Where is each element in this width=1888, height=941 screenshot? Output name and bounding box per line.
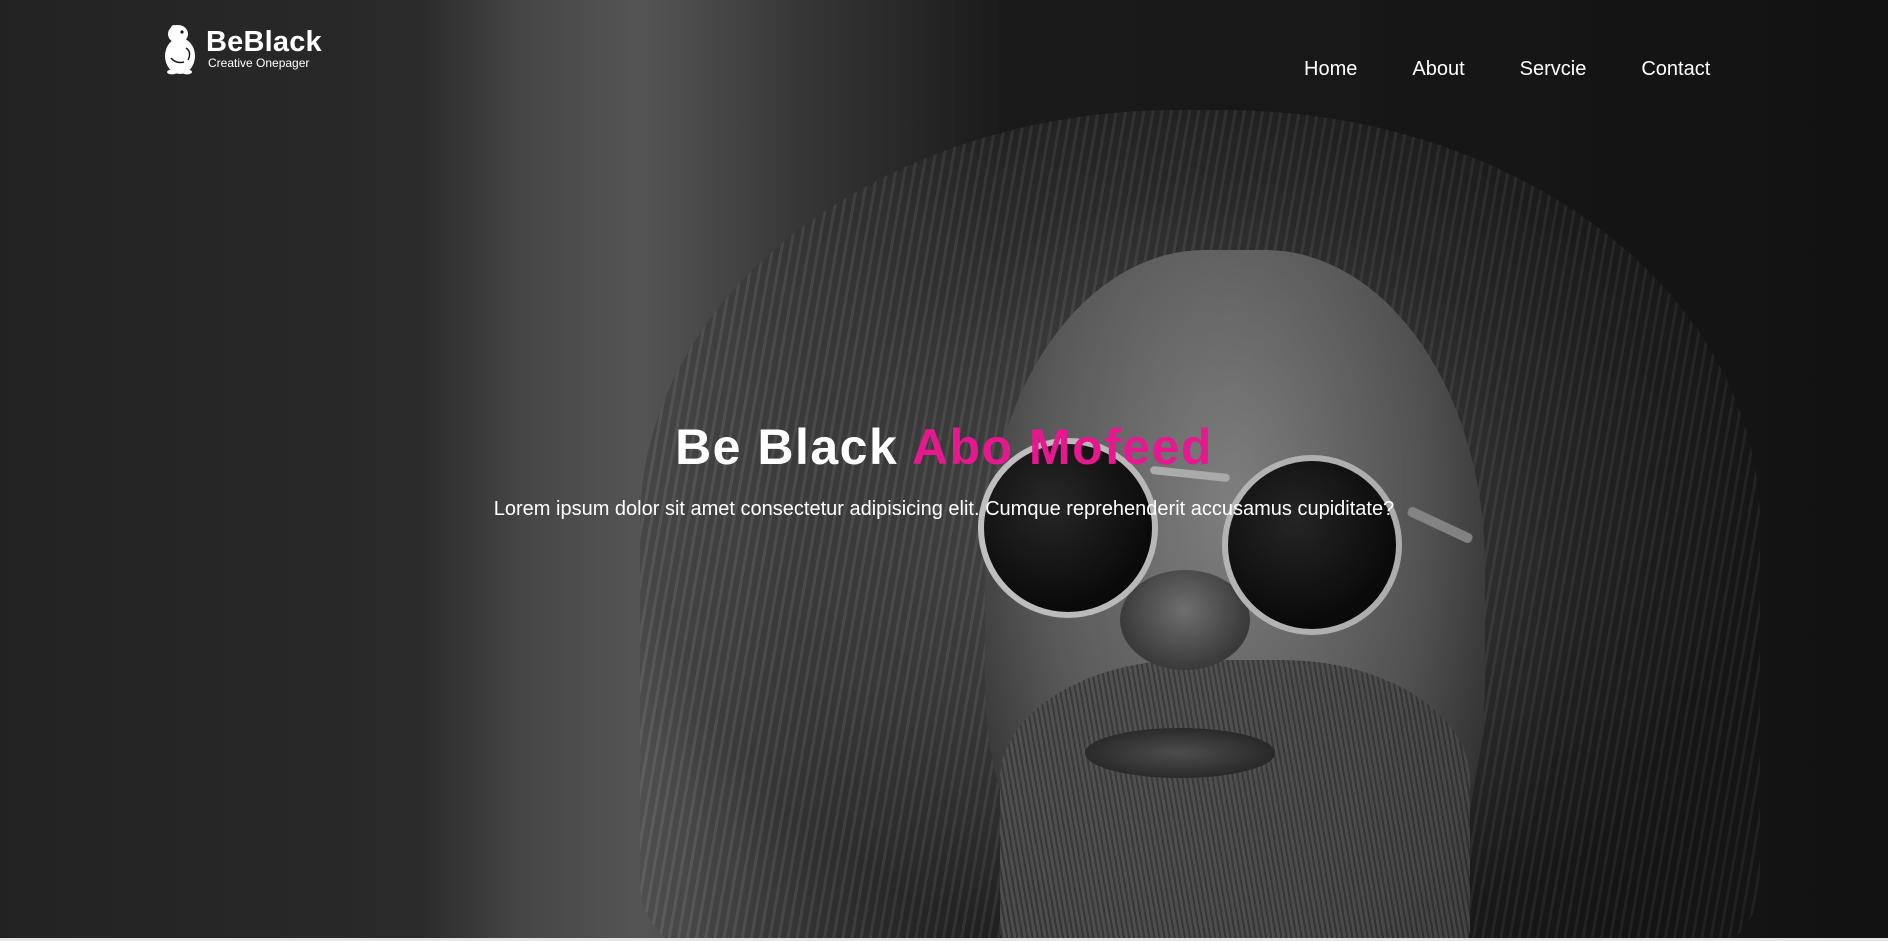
site-logo[interactable]: BeBlack Creative Onepager: [162, 22, 322, 76]
nav-item-home[interactable]: Home: [1304, 57, 1357, 81]
brand-tagline: Creative Onepager: [208, 56, 310, 70]
hero-title-accent: Abo Mofeed: [911, 419, 1213, 475]
brand-name: BeBlack: [206, 26, 322, 58]
hero-title-main: Be Black: [675, 419, 912, 475]
nav-item-contact[interactable]: Contact: [1641, 57, 1710, 81]
logo-text: BeBlack Creative Onepager: [206, 28, 322, 70]
nav-item-about[interactable]: About: [1412, 57, 1464, 81]
main-nav: Home About Servcie Contact: [1304, 57, 1710, 81]
hero-subtitle: Lorem ipsum dolor sit amet consectetur a…: [493, 498, 1395, 520]
beaver-logo-icon: [165, 25, 195, 75]
hero-title: Be Black Abo Mofeed: [0, 418, 1888, 476]
nav-item-service[interactable]: Servcie: [1520, 57, 1587, 81]
